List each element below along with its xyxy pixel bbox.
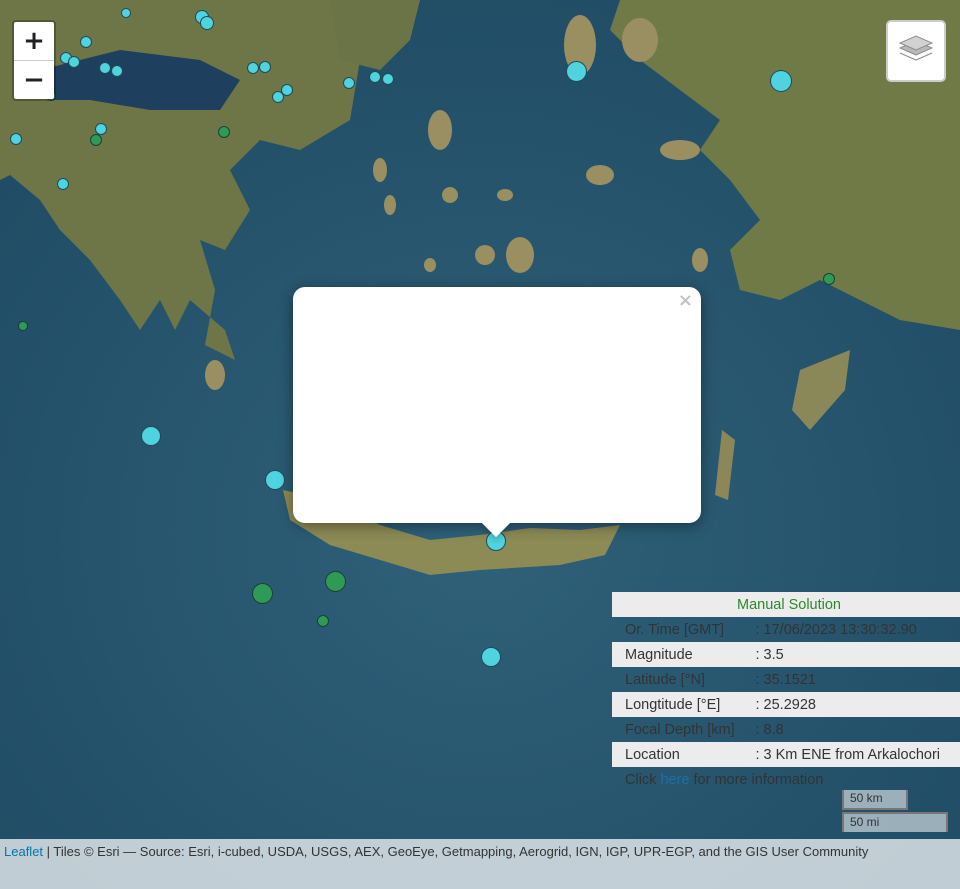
scale-bar-mi: 50 mi	[842, 812, 948, 832]
earthquake-marker[interactable]	[252, 583, 273, 604]
layers-button[interactable]	[886, 20, 946, 82]
more-info-link[interactable]: here	[660, 772, 689, 788]
popup-title: Manual Solution	[612, 592, 960, 617]
earthquake-marker[interactable]	[68, 56, 80, 68]
more-info-prefix: Click	[625, 771, 661, 788]
earthquake-marker[interactable]	[259, 61, 271, 73]
earthquake-marker[interactable]	[218, 126, 230, 138]
event-details-table: Manual Solution Or. Time [GMT] : 17/06/20…	[612, 592, 960, 792]
earthquake-marker[interactable]	[369, 71, 381, 83]
row-label: Longtitude [°E]	[612, 692, 752, 717]
zoom-in-button[interactable]: +	[14, 22, 54, 61]
earthquake-marker[interactable]	[57, 178, 69, 190]
scale-bar-km: 50 km	[842, 790, 908, 810]
earthquake-marker[interactable]	[121, 8, 131, 18]
earthquake-marker[interactable]	[18, 321, 28, 331]
earthquake-marker[interactable]	[325, 571, 346, 592]
earthquake-marker[interactable]	[265, 470, 285, 490]
earthquake-marker[interactable]	[566, 61, 587, 82]
attribution-text: | Tiles © Esri — Source: Esri, i-cubed, …	[43, 844, 869, 859]
earthquake-marker[interactable]	[99, 62, 111, 74]
earthquake-marker[interactable]	[272, 91, 284, 103]
earthquake-marker[interactable]	[200, 16, 214, 30]
row-label: Focal Depth [km]	[625, 721, 735, 738]
map-view[interactable]: + − × Manual Solution Or. Time [GMT] : 17…	[0, 0, 960, 889]
earthquake-marker[interactable]	[770, 70, 792, 92]
earthquake-marker[interactable]	[90, 134, 102, 146]
row-value: : 8.8	[755, 721, 784, 738]
earthquake-marker[interactable]	[141, 426, 161, 446]
layers-icon	[898, 35, 934, 61]
row-value: : 25.2928	[751, 692, 960, 717]
earthquake-marker[interactable]	[80, 36, 92, 48]
row-label: Location	[612, 742, 752, 767]
attribution-bar: Leaflet | Tiles © Esri — Source: Esri, i…	[0, 839, 960, 889]
more-info-suffix: for more information	[689, 771, 824, 788]
earthquake-marker[interactable]	[382, 73, 394, 85]
more-info-line: Click here for more information	[612, 767, 960, 792]
row-label: Or. Time [GMT]	[625, 621, 725, 638]
zoom-control: + −	[12, 20, 56, 101]
earthquake-marker[interactable]	[317, 615, 329, 627]
zoom-out-button[interactable]: −	[14, 61, 54, 99]
leaflet-link[interactable]: Leaflet	[4, 844, 43, 859]
row-value: : 17/06/2023 13:30:32.90	[755, 621, 917, 638]
row-value: : 35.1521	[755, 671, 816, 688]
popup-close-button[interactable]: ×	[678, 290, 693, 311]
row-label: Magnitude	[612, 642, 752, 667]
earthquake-marker[interactable]	[111, 65, 123, 77]
earthquake-marker[interactable]	[343, 77, 355, 89]
earthquake-marker[interactable]	[481, 647, 501, 667]
row-label: Latitude [°N]	[625, 671, 705, 688]
row-value: : 3.5	[751, 642, 960, 667]
earthquake-marker[interactable]	[10, 133, 22, 145]
earthquake-marker[interactable]	[247, 62, 259, 74]
row-value: : 3 Km ENE from Arkalochori	[751, 742, 960, 767]
earthquake-marker[interactable]	[823, 273, 835, 285]
event-popup: × Manual Solution Or. Time [GMT] : 17/06/…	[293, 287, 960, 788]
